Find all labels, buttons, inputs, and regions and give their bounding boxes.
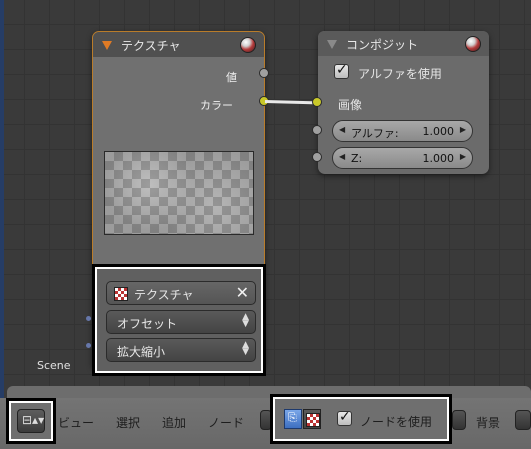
editor-type-button[interactable]: ⊟▴▾ (17, 409, 45, 433)
backdrop-toggle[interactable] (452, 410, 466, 430)
use-nodes-checkbox[interactable]: ✓ (337, 409, 352, 426)
composite-node[interactable]: コンポジット ✓ アルファを使用 画像 ◀ アルファ: 1.000 ▶ ◀ Z:… (318, 31, 489, 174)
texture-node-title: テクスチャ (121, 39, 181, 53)
value-output-label: 値 (226, 71, 237, 84)
scale-dropdown-label: 拡大縮小 (117, 345, 166, 359)
panel-edge-dot (86, 343, 91, 348)
texture-nodes-toggle[interactable] (303, 409, 321, 429)
menu-view[interactable]: ビュー (58, 414, 94, 431)
scene-label: Scene (37, 359, 71, 372)
menu-add[interactable]: 追加 (162, 414, 186, 431)
z-field[interactable]: ◀ Z: 1.000 ▶ (332, 147, 473, 169)
area-edge (0, 0, 4, 449)
texture-settings-panel: テクスチャ ✕ オフセット ▲ ▼ 拡大縮小 ▲ ▼ (92, 264, 266, 376)
up-down-arrows-icon: ▲ ▼ (242, 312, 249, 329)
z-input-socket[interactable] (312, 152, 322, 162)
alpha-input-socket[interactable] (312, 125, 322, 135)
value-output-socket[interactable] (259, 68, 269, 78)
composite-node-header[interactable]: コンポジット (318, 31, 489, 56)
texture-node-header[interactable]: テクスチャ (93, 32, 264, 57)
material-sphere-icon[interactable] (240, 37, 256, 53)
texture-selector-label: テクスチャ (134, 288, 194, 302)
close-x-icon[interactable]: ✕ (236, 283, 249, 302)
z-field-value: 1.000 (422, 152, 455, 165)
backdrop-label: 背景 (476, 416, 501, 430)
editor-type-selector-box: ⊟▴▾ (6, 398, 56, 444)
node-collapse-triangle-icon[interactable] (102, 41, 112, 50)
texture-selector[interactable]: テクスチャ ✕ (106, 281, 256, 305)
node-tree-type-box: ⎘ ✓ ノードを使用 (270, 394, 452, 444)
compositing-nodes-toggle[interactable]: ⎘ (284, 409, 302, 429)
scale-dropdown[interactable]: 拡大縮小 ▲ ▼ (106, 338, 256, 362)
menu-node[interactable]: ノード (208, 414, 244, 431)
node-link (264, 100, 318, 105)
use-alpha-label: アルファを使用 (358, 67, 442, 81)
menu-select[interactable]: 選択 (116, 414, 140, 431)
offset-dropdown[interactable]: オフセット ▲ ▼ (106, 310, 256, 334)
color-output-label: カラー (200, 99, 233, 112)
compositing-nodes-icon: ⎘ (288, 411, 297, 424)
alpha-field-label: アルファ: (351, 127, 399, 140)
material-sphere-icon[interactable] (465, 36, 481, 52)
checker-texture-icon (114, 287, 128, 301)
image-input-socket[interactable] (312, 97, 322, 107)
header-button-right[interactable] (515, 410, 531, 430)
offset-dropdown-label: オフセット (117, 317, 178, 331)
panel-edge-dot (86, 316, 91, 321)
use-alpha-checkbox[interactable]: ✓ (334, 62, 349, 79)
alpha-field[interactable]: ◀ アルファ: 1.000 ▶ (332, 120, 473, 142)
z-field-label: Z: (351, 152, 363, 165)
texture-preview (104, 151, 254, 235)
alpha-field-value: 1.000 (422, 125, 455, 138)
image-input-label: 画像 (338, 98, 363, 112)
composite-node-title: コンポジット (346, 38, 419, 52)
header-shelf (7, 386, 531, 398)
up-down-arrows-icon: ▲ ▼ (242, 340, 249, 357)
node-editor-icon: ⊟▴▾ (22, 413, 45, 427)
node-collapse-triangle-icon[interactable] (327, 40, 337, 49)
use-nodes-label: ノードを使用 (360, 415, 433, 429)
texture-nodes-icon (306, 413, 320, 427)
